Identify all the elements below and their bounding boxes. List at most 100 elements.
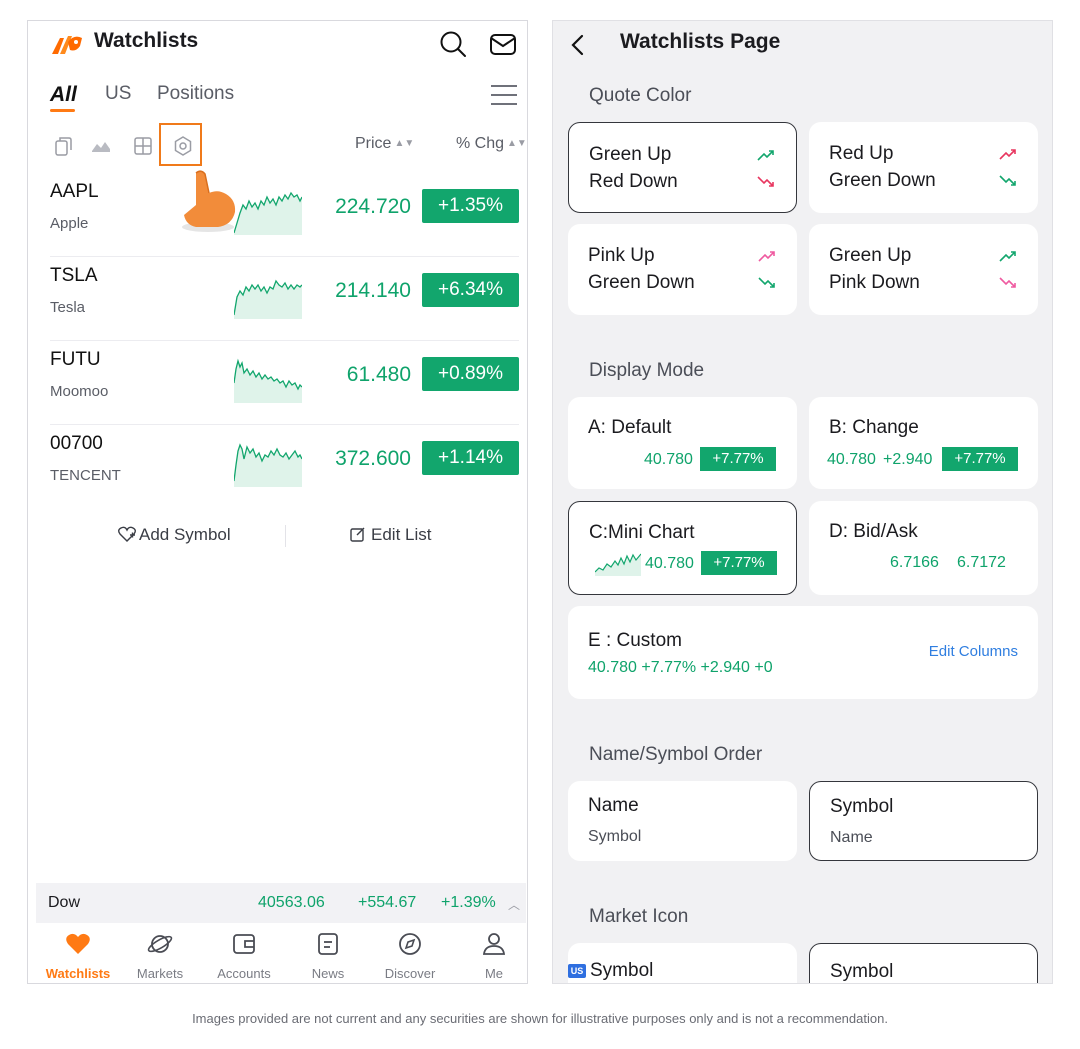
price-column-header[interactable]: Price ▲▼ — [355, 135, 414, 153]
news-icon — [318, 933, 338, 955]
index-percent: +1.39% — [441, 894, 496, 911]
copy-icon[interactable] — [52, 135, 74, 157]
search-icon[interactable] — [438, 29, 468, 59]
row-change-badge: +1.14% — [422, 441, 519, 475]
index-value: 40563.06 — [258, 894, 325, 911]
row-name: Tesla — [50, 299, 86, 316]
page-title: Watchlists Page — [620, 30, 781, 53]
display-mode-default[interactable]: A: Default 40.780 +7.77% — [568, 397, 797, 489]
app-title: Watchlists — [94, 29, 199, 52]
nav-me[interactable]: Me — [452, 923, 527, 983]
row-symbol: FUTU — [50, 349, 101, 370]
row-price: 372.600 — [335, 447, 411, 470]
list-actions: Add Symbol Edit List — [28, 521, 527, 551]
sparkline — [234, 279, 302, 319]
row-symbol: 00700 — [50, 433, 103, 454]
wallet-icon — [233, 934, 255, 954]
heart-add-icon — [118, 526, 136, 542]
chart-view-icon[interactable] — [90, 135, 112, 157]
row-price: 61.480 — [346, 363, 411, 386]
trend-down-icon — [999, 175, 1016, 186]
bid-value: 6.7166 — [890, 554, 939, 571]
row-change-badge: +6.34% — [422, 273, 519, 307]
order-name-first[interactable]: Name Symbol — [568, 781, 797, 861]
quote-color-option[interactable]: Green Up Pink Down — [809, 224, 1038, 315]
row-change-badge: +0.89% — [422, 357, 519, 391]
trend-up-icon — [758, 251, 775, 262]
nav-watchlists[interactable]: Watchlists — [36, 923, 120, 983]
tab-us[interactable]: US — [105, 83, 131, 105]
row-symbol: TSLA — [50, 265, 98, 286]
heart-icon — [66, 933, 90, 954]
row-price: 214.140 — [335, 279, 411, 302]
section-name-symbol-order: Name/Symbol Order — [589, 744, 763, 765]
menu-icon[interactable] — [491, 83, 517, 105]
display-mode-bid-ask[interactable]: D: Bid/Ask 6.7166 6.7172 — [809, 501, 1038, 595]
nav-news[interactable]: News — [286, 923, 370, 983]
settings-highlight — [159, 123, 202, 166]
trend-down-icon — [758, 277, 775, 288]
mail-icon[interactable] — [488, 29, 518, 59]
chevron-up-icon[interactable]: ︿ — [508, 896, 520, 913]
nav-accounts[interactable]: Accounts — [202, 923, 286, 983]
section-display-mode: Display Mode — [589, 360, 705, 381]
index-change: +554.67 — [358, 894, 417, 911]
ask-value: 6.7172 — [957, 554, 1006, 571]
nav-discover[interactable]: Discover — [368, 923, 452, 983]
market-icon-show[interactable]: US Symbol — [568, 943, 797, 983]
table-row[interactable]: TSLA Tesla 214.140 +6.34% — [28, 257, 527, 341]
planet-icon — [147, 935, 173, 953]
quote-color-option[interactable]: Green Up Red Down — [568, 122, 797, 213]
table-row[interactable]: AAPL Apple 224.720 +1.35% — [28, 173, 527, 257]
quote-color-option[interactable]: Red Up Green Down — [809, 122, 1038, 213]
display-mode-mini-chart[interactable]: C:Mini Chart 40.780 +7.77% — [568, 501, 797, 595]
trend-up-icon — [757, 150, 774, 161]
watchlists-screen: Watchlists All US Positions Price ▲▼ % C… — [27, 20, 528, 984]
change-column-header[interactable]: % Chg ▲▼ — [456, 135, 527, 153]
quote-color-option[interactable]: Pink Up Green Down — [568, 224, 797, 315]
display-mode-custom[interactable]: E : Custom 40.780 +7.77% +2.940 +0 Edit … — [568, 606, 1038, 699]
tab-all[interactable]: All — [50, 83, 77, 112]
disclaimer-text: Images provided are not current and any … — [192, 1011, 888, 1026]
mini-chart-sparkline — [595, 553, 641, 576]
change-badge: +7.77% — [700, 447, 776, 471]
moomoo-logo — [52, 36, 82, 54]
trend-down-icon — [757, 176, 774, 187]
section-market-icon: Market Icon — [589, 906, 689, 927]
row-name: Moomoo — [50, 383, 109, 400]
watchlists-page-settings: Watchlists Page Quote Color Green Up Red… — [552, 20, 1053, 984]
section-quote-color: Quote Color — [589, 85, 692, 106]
add-symbol-button[interactable]: Add Symbol — [118, 525, 231, 545]
table-row[interactable]: 00700 TENCENT 372.600 +1.14% — [28, 425, 527, 509]
table-row[interactable]: FUTU Moomoo 61.480 +0.89% — [28, 341, 527, 425]
divider — [285, 525, 286, 547]
order-symbol-first[interactable]: Symbol Name — [809, 781, 1038, 861]
change-badge: +7.77% — [701, 551, 777, 575]
change-badge: +7.77% — [942, 447, 1018, 471]
row-price: 224.720 — [335, 195, 411, 218]
compass-icon — [399, 933, 421, 955]
edit-icon — [350, 527, 365, 542]
back-arrow-icon[interactable] — [567, 33, 589, 57]
sparkline — [234, 191, 302, 235]
nav-markets[interactable]: Markets — [118, 923, 202, 983]
trend-up-icon — [999, 149, 1016, 160]
trend-up-icon — [999, 251, 1016, 262]
pointer-hand-icon — [182, 170, 236, 232]
index-ticker[interactable]: Dow 40563.06 +554.67 +1.39% ︿ — [36, 883, 526, 923]
edit-columns-link[interactable]: Edit Columns — [929, 643, 1018, 660]
top-bar: Watchlists — [28, 21, 527, 65]
trend-down-icon — [999, 277, 1016, 288]
edit-list-button[interactable]: Edit List — [350, 525, 431, 545]
sparkline — [234, 443, 302, 487]
grid-view-icon[interactable] — [132, 135, 154, 157]
row-name: Apple — [50, 215, 89, 232]
sparkline — [234, 358, 302, 403]
market-icon-hide[interactable]: Symbol — [809, 943, 1038, 983]
display-mode-change[interactable]: B: Change 40.780 +2.940 +7.77% — [809, 397, 1038, 489]
row-symbol: AAPL — [50, 181, 99, 202]
index-name: Dow — [48, 894, 81, 911]
user-icon — [482, 933, 506, 955]
tab-positions[interactable]: Positions — [157, 83, 234, 105]
row-change-badge: +1.35% — [422, 189, 519, 223]
